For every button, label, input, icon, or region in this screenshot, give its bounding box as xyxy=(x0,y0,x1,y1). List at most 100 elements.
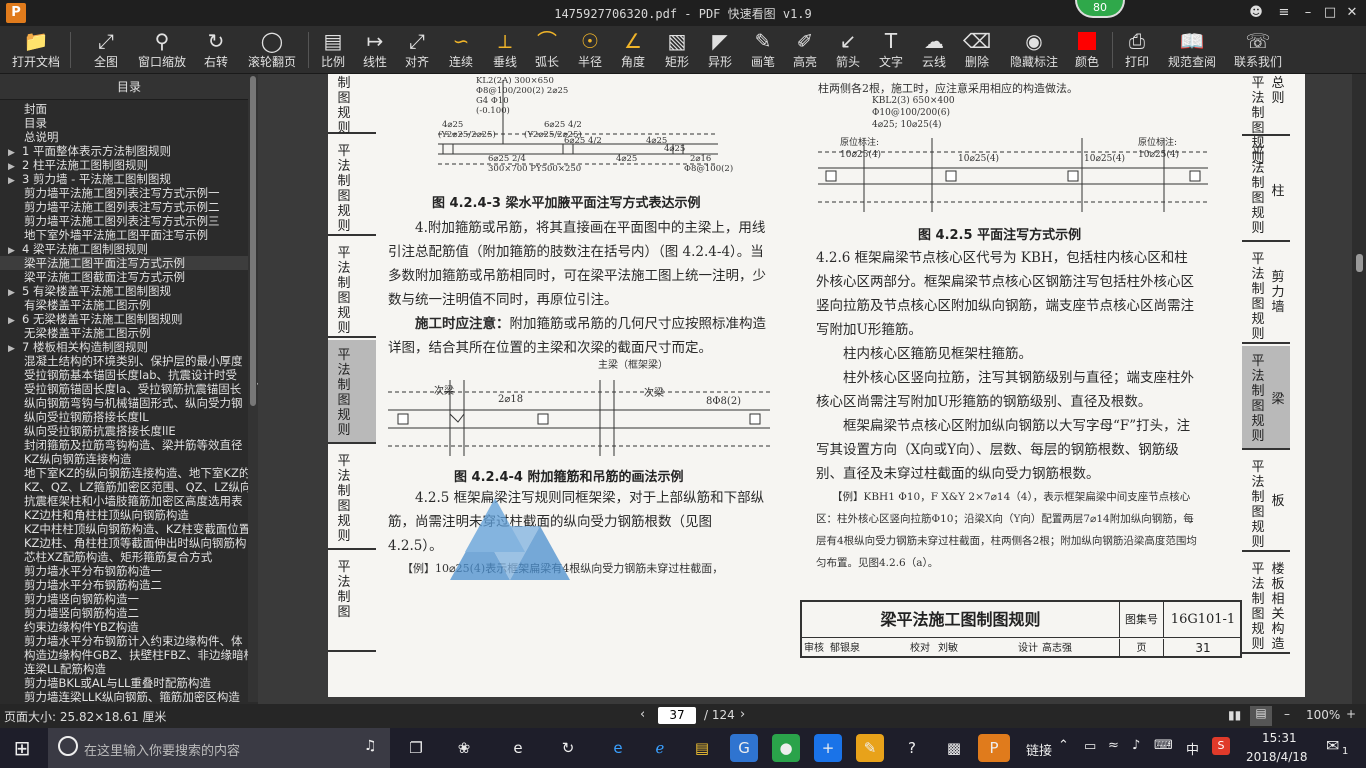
expand-arrow-icon[interactable]: ▶ xyxy=(8,146,22,158)
toc-item[interactable]: 受拉钢筋锚固长度la、受拉钢筋抗震锚固长 xyxy=(0,382,248,396)
wheel-page-button[interactable]: ◯ 滚轮翻页 xyxy=(244,28,300,72)
toc-item[interactable]: 纵向受拉钢筋搭接长度lL xyxy=(0,410,248,424)
spec-lookup-button[interactable]: 📖 规范查阅 xyxy=(1164,28,1220,72)
next-page-button[interactable]: › xyxy=(740,707,745,722)
plus-app-icon[interactable]: + xyxy=(814,734,842,762)
user-icon[interactable]: ☻ xyxy=(1246,4,1266,22)
expand-arrow-icon[interactable]: ▶ xyxy=(8,342,22,354)
cloud-line-button[interactable]: ☁ 云线 xyxy=(917,28,951,72)
two-page-view-icon[interactable]: ▮▮ xyxy=(1228,708,1241,722)
expand-arrow-icon[interactable]: ▶ xyxy=(8,244,22,256)
toc-item[interactable]: 抗震框架柱和小墙肢箍筋加密区高度选用表 xyxy=(0,494,248,508)
tray-chevron-icon[interactable]: ⌃ xyxy=(1058,738,1069,753)
wechat-icon[interactable]: ● xyxy=(772,734,800,762)
sogou-icon[interactable]: S xyxy=(1212,737,1230,755)
toc-item[interactable]: 约束边缘构件YBZ构造 xyxy=(0,620,248,634)
prev-page-button[interactable]: ‹ xyxy=(640,707,645,722)
clock-time[interactable]: 15:31 xyxy=(1262,731,1297,745)
text-button[interactable]: T 文字 xyxy=(874,28,908,72)
toc-item[interactable]: 纵向受拉钢筋抗震搭接长度llE xyxy=(0,424,248,438)
zoom-out-button[interactable]: – xyxy=(1284,707,1290,721)
expand-arrow-icon[interactable]: ▶ xyxy=(8,174,22,186)
toc-item[interactable]: 受拉钢筋基本锚固长度lab、抗震设计时受 xyxy=(0,368,248,382)
spiral-app-icon[interactable]: ↻ xyxy=(554,734,582,762)
toc-item[interactable]: 纵向钢筋弯钩与机械锚固形式、纵向受力钢 xyxy=(0,396,248,410)
taskbar-search-box[interactable]: 在这里输入你要搜索的内容 ♫ xyxy=(48,728,390,768)
single-page-view-icon[interactable]: ▤ xyxy=(1250,706,1272,726)
toc-item[interactable]: 连梁LL配筋构造 xyxy=(0,662,248,676)
toc-item[interactable]: 地下室KZ的纵向钢筋连接构造、地下室KZ的 xyxy=(0,466,248,480)
menu-icon[interactable]: ≡ xyxy=(1274,4,1294,22)
toc-item[interactable]: 剪力墙平法施工图列表注写方式示例三 xyxy=(0,214,248,228)
rectangle-button[interactable]: ▧ 矩形 xyxy=(660,28,694,72)
toc-item[interactable]: 有梁楼盖平法施工图示例 xyxy=(0,298,248,312)
maximize-icon[interactable]: □ xyxy=(1320,4,1340,22)
toc-item[interactable]: 地下室外墙平法施工图平面注写示例 xyxy=(0,228,248,242)
ie-browser-icon[interactable]: e xyxy=(504,734,532,762)
viewer-scrollbar-thumb[interactable] xyxy=(1356,254,1363,272)
rotate-right-button[interactable]: ↻ 右转 xyxy=(198,28,234,72)
expand-arrow-icon[interactable]: ▶ xyxy=(8,286,22,298)
toc-item[interactable]: 剪力墙BKL或AL与LL重叠时配筋构造 xyxy=(0,676,248,690)
toc-section[interactable]: ▶ 1 平面整体表示方法制图规则 xyxy=(0,144,248,158)
toc-item[interactable]: KZ边柱、角柱柱顶等截面伸出时纵向钢筋构 xyxy=(0,536,248,550)
toc-item[interactable]: 无梁楼盖平法施工图示例 xyxy=(0,326,248,340)
viewer-scrollbar[interactable] xyxy=(1352,74,1366,704)
irregular-shape-button[interactable]: ◤ 异形 xyxy=(703,28,737,72)
minimize-icon[interactable]: – xyxy=(1298,4,1318,22)
toc-item[interactable]: 构造边缘构件GBZ、扶壁柱FBZ、非边缘暗柱 xyxy=(0,648,248,662)
action-center-icon[interactable]: ✉ xyxy=(1326,736,1339,755)
print-button[interactable]: ⎙ 打印 xyxy=(1120,28,1154,72)
screen-app-icon[interactable]: ▩ xyxy=(940,734,968,762)
wifi-icon[interactable]: ≈ xyxy=(1108,738,1119,753)
toc-item[interactable]: 剪力墙连梁LLK纵向钢筋、箍筋加密区构造 xyxy=(0,690,248,702)
volume-icon[interactable]: ♪ xyxy=(1132,738,1140,753)
toc-item[interactable]: 总说明 xyxy=(0,130,248,144)
toc-item[interactable]: KZ、QZ、LZ箍筋加密区范围、QZ、LZ纵向钢 xyxy=(0,480,248,494)
scale-button[interactable]: ▤ 比例 xyxy=(316,28,350,72)
toc-item[interactable]: 剪力墙水平分布钢筋计入约束边缘构件、体 xyxy=(0,634,248,648)
keyboard-icon[interactable]: ⌨ xyxy=(1154,738,1173,753)
perpendicular-button[interactable]: ⟂ 垂线 xyxy=(488,28,522,72)
notes-app-icon[interactable]: ✎ xyxy=(856,734,884,762)
expand-arrow-icon[interactable]: ▶ xyxy=(8,160,22,172)
toc-scrollbar-thumb[interactable] xyxy=(250,76,256,406)
link-label[interactable]: 链接 xyxy=(1026,740,1052,759)
toc-item[interactable]: 剪力墙水平分布钢筋构造一 xyxy=(0,564,248,578)
toc-item[interactable]: 封面 xyxy=(0,102,248,116)
open-document-button[interactable]: 📁 打开文档 xyxy=(8,28,64,72)
toc-section[interactable]: ▶ 6 无梁楼盖平法施工图制图规则 xyxy=(0,312,248,326)
pen-button[interactable]: ✎ 画笔 xyxy=(746,28,780,72)
page-number-input[interactable]: 37 xyxy=(658,707,696,724)
radius-button[interactable]: ☉ 半径 xyxy=(573,28,607,72)
expand-arrow-icon[interactable]: ▶ xyxy=(8,314,22,326)
toc-section[interactable]: ▶ 4 梁平法施工图制图规则 xyxy=(0,242,248,256)
delete-button[interactable]: ⌫ 删除 xyxy=(960,28,994,72)
arc-length-button[interactable]: ⌒ 弧长 xyxy=(530,28,564,72)
toc-item[interactable]: 剪力墙平法施工图列表注写方式示例一 xyxy=(0,186,248,200)
align-button[interactable]: ⤢ 对齐 xyxy=(400,28,434,72)
pdf-viewer[interactable]: 制图规则 平法制图规则 平法制图规则 平法制图规则 平法制图规则 平法制图 KL… xyxy=(258,74,1352,704)
edge-browser-icon[interactable]: e xyxy=(604,734,632,762)
toc-item[interactable]: 芯柱XZ配筋构造、矩形箍筋复合方式 xyxy=(0,550,248,564)
ime-indicator[interactable]: 中 xyxy=(1186,739,1199,758)
toc-item[interactable]: 剪力墙水平分布钢筋构造二 xyxy=(0,578,248,592)
clock-date[interactable]: 2018/4/18 xyxy=(1246,750,1308,764)
pdf-viewer-taskbar-icon[interactable]: P xyxy=(978,734,1010,762)
toc-item[interactable]: 剪力墙竖向钢筋构造二 xyxy=(0,606,248,620)
toc-item[interactable]: 剪力墙平法施工图列表注写方式示例二 xyxy=(0,200,248,214)
highlight-button[interactable]: ✐ 高亮 xyxy=(788,28,822,72)
g-app-icon[interactable]: G xyxy=(730,734,758,762)
toc-item[interactable]: 目录 xyxy=(0,116,248,130)
file-explorer-icon[interactable]: ▤ xyxy=(688,734,716,762)
full-view-button[interactable]: ⤢ 全图 xyxy=(86,28,126,72)
windows-start-icon[interactable]: ⊞ xyxy=(8,734,36,762)
toc-item[interactable]: KZ中柱柱顶纵向钢筋构造、KZ柱变截面位置 xyxy=(0,522,248,536)
toc-item[interactable]: KZ纵向钢筋连接构造 xyxy=(0,452,248,466)
toc-item[interactable]: 混凝土结构的环境类别、保护层的最小厚度 xyxy=(0,354,248,368)
zoom-in-button[interactable]: + xyxy=(1346,707,1356,721)
toc-section[interactable]: ▶ 7 楼板相关构造制图规则 xyxy=(0,340,248,354)
angle-button[interactable]: ∠ 角度 xyxy=(616,28,650,72)
pinwheel-app-icon[interactable]: ❀ xyxy=(450,734,478,762)
hide-annotations-button[interactable]: ◉ 隐藏标注 xyxy=(1006,28,1062,72)
